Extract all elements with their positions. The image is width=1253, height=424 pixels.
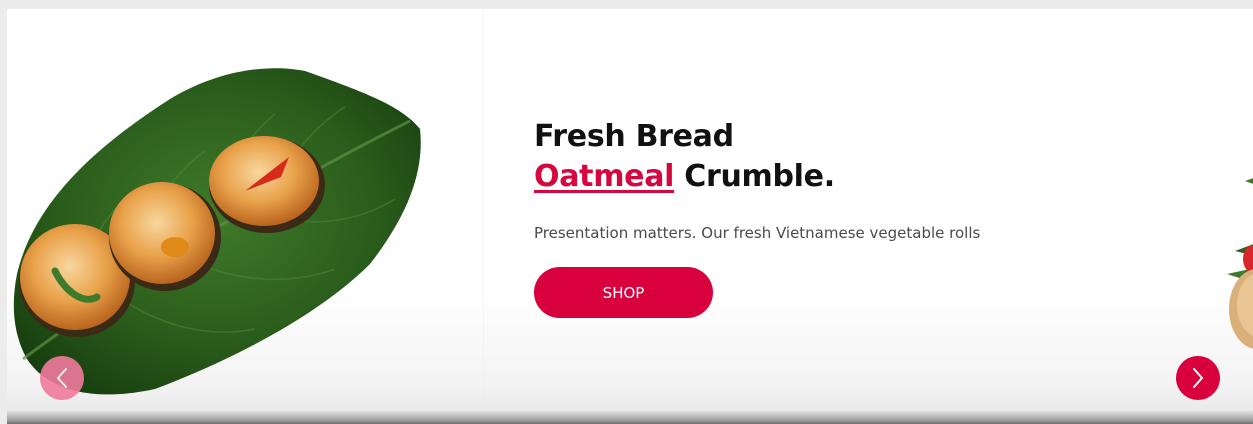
hero-content: Fresh Bread Oatmeal Crumble. Presentatio… bbox=[534, 117, 994, 318]
hero-slider: Fresh Bread Oatmeal Crumble. Presentatio… bbox=[7, 9, 1253, 424]
hero-subtitle: Presentation matters. Our fresh Vietname… bbox=[534, 224, 981, 242]
headline-line-1: Fresh Bread bbox=[534, 119, 734, 154]
shop-button[interactable]: SHOP bbox=[534, 267, 713, 318]
headline-rest: Crumble. bbox=[674, 159, 835, 194]
slider-next-button[interactable] bbox=[1176, 356, 1220, 400]
chevron-left-icon bbox=[56, 368, 67, 388]
headline-accent-word: Oatmeal bbox=[534, 159, 675, 194]
bottom-edge-shadow bbox=[7, 410, 1253, 424]
food-image-leaf-dish bbox=[13, 68, 421, 395]
slider-prev-button[interactable] bbox=[40, 356, 84, 400]
hero-headline: Fresh Bread Oatmeal Crumble. bbox=[534, 117, 994, 197]
chevron-right-icon bbox=[1193, 368, 1204, 388]
food-image-right-edge bbox=[1227, 178, 1253, 349]
